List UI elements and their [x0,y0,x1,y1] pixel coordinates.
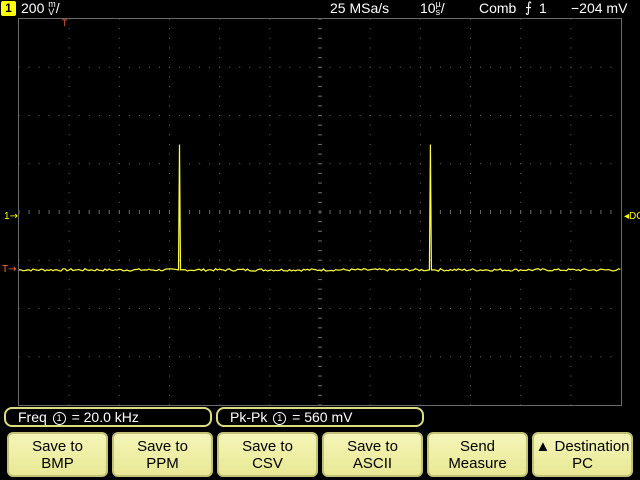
softkey-bar: Save to BMP Save to PPM Save to CSV Save… [0,430,640,480]
softkey-label: Save to [347,437,398,455]
softkey-label: Measure [448,454,507,472]
acquisition-mode: Comb [479,0,517,16]
save-to-ascii-button[interactable]: Save to ASCII [322,432,423,477]
time-scale-value: 10 [420,0,436,16]
trigger-source: 1 [539,0,547,16]
vertical-scale-value: 200 [21,0,45,16]
softkey-label: BMP [41,454,74,472]
softkey-label: CSV [252,454,283,472]
softkey-label: Save to [32,437,83,455]
coupling-label: DC [629,211,640,222]
softkey-label: Send [459,437,496,455]
save-to-csv-button[interactable]: Save to CSV [217,432,318,477]
softkey-label: ▲ Destination [535,437,630,455]
trigger-position-marker[interactable]: T [62,18,68,28]
trigger-position-label: T [62,18,68,28]
channel-1-badge: 1 [1,1,16,16]
trace-line [19,144,621,272]
channel-circle-icon: 1 [273,412,287,425]
channel-1-trace [19,144,621,272]
send-measure-button[interactable]: Send Measure [427,432,528,477]
save-to-ppm-button[interactable]: Save to PPM [112,432,213,477]
measurement-pkpk-value: = 560 mV [292,409,353,425]
arrow-right-icon: → [9,211,18,222]
softkey-label: Save to [137,437,188,455]
channel-1-ground-marker[interactable]: 1→ [4,212,18,222]
trigger-level: −204 mV [571,0,628,16]
vertical-scale-unit: mV [48,0,56,17]
softkey-label: PC [572,454,593,472]
measurement-pkpk[interactable]: Pk-Pk 1 = 560 mV [216,407,424,427]
measurement-pkpk-name: Pk-Pk [230,409,268,425]
trigger-edge-icon: ⨍ [525,0,533,16]
status-bar: 1 200 m V/ 25 MSa/s 10µ s/ Comb ⨍ 1 −204 m… [0,0,640,17]
softkey-label: ASCII [352,454,393,472]
coupling-marker: ◂DC [624,212,640,222]
time-scale: 10µ s/ [420,0,445,17]
arrow-right-icon: → [8,264,17,275]
vertical-scale: 200 m V/ [21,0,60,17]
waveform-display[interactable] [18,18,622,406]
channel-circle-icon: 1 [52,412,66,425]
scale-slash: / [55,0,60,16]
softkey-label: PPM [146,454,179,472]
measurement-freq-name: Freq [18,409,47,425]
sample-rate: 25 MSa/s [330,0,390,16]
save-to-bmp-button[interactable]: Save to BMP [7,432,108,477]
measurement-freq-value: = 20.0 kHz [71,409,139,425]
measurement-freq[interactable]: Freq 1 = 20.0 kHz [4,407,212,427]
trigger-level-marker[interactable]: T→ [2,265,17,275]
destination-button[interactable]: ▲ Destination PC [532,432,633,477]
softkey-label: Save to [242,437,293,455]
